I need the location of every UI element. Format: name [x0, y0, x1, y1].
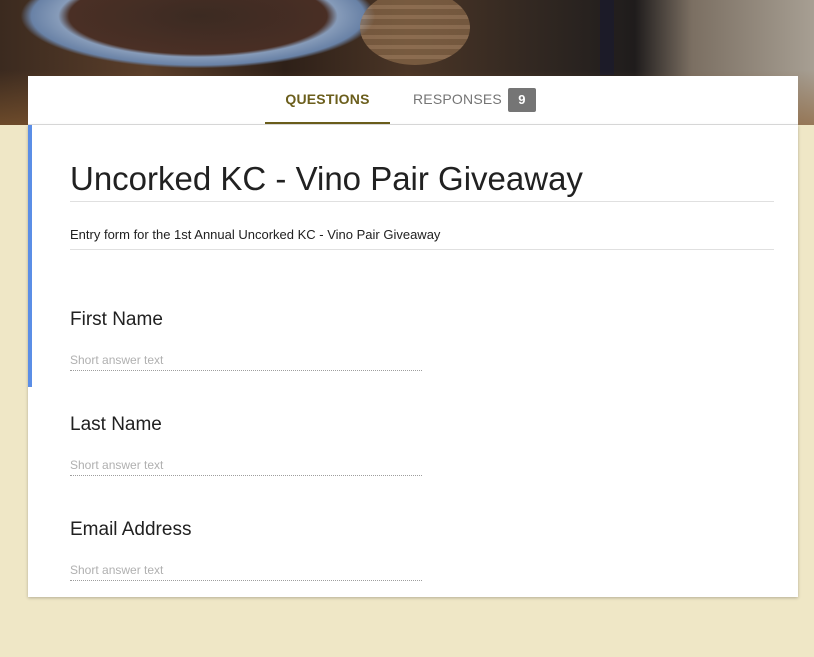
question-email-address[interactable]: Email Address: [70, 518, 430, 581]
active-section-indicator: [28, 125, 32, 387]
form-title[interactable]: Uncorked KC - Vino Pair Giveaway: [70, 159, 770, 199]
title-underline: [70, 201, 774, 202]
form-card: Uncorked KC - Vino Pair Giveaway Entry f…: [28, 125, 798, 597]
tab-responses[interactable]: RESPONSES 9: [400, 76, 538, 124]
responses-count-badge: 9: [508, 88, 536, 112]
question-label: Last Name: [70, 414, 162, 435]
description-underline: [70, 249, 774, 250]
header-photo-plates: [360, 0, 470, 65]
short-answer-input[interactable]: [70, 455, 422, 476]
question-last-name[interactable]: Last Name: [70, 413, 430, 476]
question-first-name[interactable]: First Name: [70, 308, 430, 371]
tab-bar: QUESTIONS RESPONSES 9: [28, 76, 798, 125]
question-label: First Name: [70, 309, 163, 330]
tab-responses-label: RESPONSES: [413, 91, 502, 107]
form-description[interactable]: Entry form for the 1st Annual Uncorked K…: [70, 227, 440, 242]
short-answer-input[interactable]: [70, 560, 422, 581]
header-photo-detail: [600, 0, 614, 75]
tab-questions[interactable]: QUESTIONS: [265, 76, 390, 124]
header-photo-bowl: [8, 0, 388, 72]
short-answer-input[interactable]: [70, 350, 422, 371]
question-label: Email Address: [70, 519, 192, 540]
